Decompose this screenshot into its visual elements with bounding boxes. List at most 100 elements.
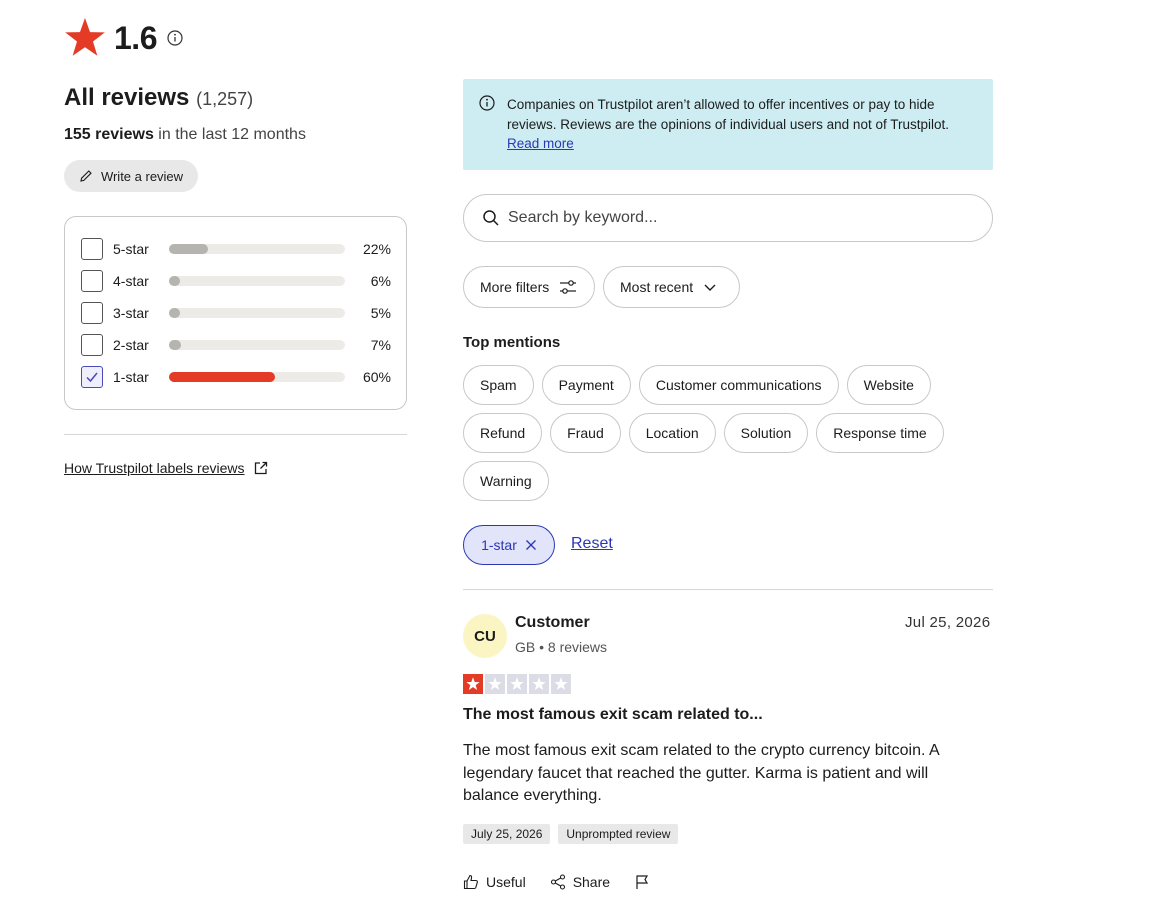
share-icon <box>550 874 565 890</box>
total-review-count: (1,257) <box>196 89 254 109</box>
recent-period: in the last 12 months <box>153 126 306 143</box>
rating-star <box>463 674 483 694</box>
sliders-icon <box>560 280 577 294</box>
star-filter-percent: 60% <box>362 369 391 385</box>
star-filter-percent: 22% <box>362 241 391 257</box>
labels-info-link[interactable]: How Trustpilot labels reviews <box>64 460 269 476</box>
more-filters-label: More filters <box>480 279 550 295</box>
checkmark-icon <box>86 372 98 383</box>
search-bar <box>463 194 993 242</box>
rating-star <box>507 674 527 694</box>
mention-chip[interactable]: Refund <box>463 413 543 453</box>
star-distribution-bar <box>169 276 345 286</box>
review-tags: July 25, 2026 Unprompted review <box>463 824 679 844</box>
star-filter-checkbox[interactable] <box>81 270 103 292</box>
mention-chip[interactable]: Solution <box>723 413 809 453</box>
more-filters-button[interactable]: More filters <box>463 266 595 308</box>
avatar[interactable]: CU <box>463 614 507 658</box>
reviewer-meta: GB • 8 reviews <box>515 639 608 655</box>
reviewer-name[interactable]: Customer <box>515 614 590 632</box>
star-icon <box>488 677 502 690</box>
review-date: Jul 25, 2026 <box>905 614 991 631</box>
star-filter-label: 3-star <box>113 305 149 321</box>
star-distribution-bar <box>169 308 345 318</box>
review-tag: Unprompted review <box>558 824 679 844</box>
review-star-rating <box>463 674 571 694</box>
mention-chip[interactable]: Website <box>846 365 931 405</box>
labels-link-text: How Trustpilot labels reviews <box>64 460 245 476</box>
rating-star <box>529 674 549 694</box>
star-distribution-bar <box>169 244 345 254</box>
star-filter-row[interactable]: 5-star 22% <box>81 237 391 261</box>
divider <box>463 589 993 590</box>
recent-reviews-info: 155 reviews in the last 12 months <box>64 126 306 144</box>
sort-dropdown[interactable]: Most recent <box>603 266 740 308</box>
write-review-label: Write a review <box>100 168 184 184</box>
external-link-icon <box>254 461 267 475</box>
rating-star <box>485 674 505 694</box>
star-icon <box>65 18 105 56</box>
search-icon <box>483 210 499 226</box>
read-more-link[interactable]: Read more <box>507 136 574 151</box>
rating-star <box>551 674 571 694</box>
rating-summary: 1.6 <box>64 18 183 58</box>
mention-chip[interactable]: Spam <box>463 365 534 405</box>
search-input[interactable] <box>506 208 970 228</box>
star-icon <box>554 677 568 690</box>
star-filter-percent: 7% <box>370 337 391 353</box>
star-filter-label: 4-star <box>113 273 149 289</box>
mention-chip[interactable]: Customer communications <box>638 365 839 405</box>
star-distribution-fill <box>169 276 180 286</box>
star-filter-label: 1-star <box>113 369 149 385</box>
mention-chip[interactable]: Warning <box>463 461 549 501</box>
useful-button[interactable]: Useful <box>463 874 526 890</box>
star-icon <box>466 677 480 690</box>
sort-label: Most recent <box>620 279 694 295</box>
mention-chip[interactable]: Payment <box>541 365 631 405</box>
share-label: Share <box>572 874 611 890</box>
divider <box>64 434 407 435</box>
star-filter-checkbox[interactable] <box>81 334 103 356</box>
info-icon[interactable] <box>167 30 183 46</box>
star-filter-row[interactable]: 4-star 6% <box>81 269 391 293</box>
rating-value: 1.6 <box>114 19 157 56</box>
review-actions: Useful Share <box>463 874 674 890</box>
star-filter-row[interactable]: 2-star 7% <box>81 333 391 357</box>
star-filter-percent: 5% <box>370 305 391 321</box>
star-filter-row[interactable]: 3-star 5% <box>81 301 391 325</box>
star-filter-label: 2-star <box>113 337 149 353</box>
all-reviews-heading: All reviews (1,257) <box>64 84 253 112</box>
review-title[interactable]: The most famous exit scam related to... <box>463 706 763 724</box>
share-button[interactable]: Share <box>550 874 610 890</box>
mention-chip[interactable]: Location <box>628 413 716 453</box>
reset-filters-link[interactable]: Reset <box>571 535 613 553</box>
top-mentions-chips: Spam Payment Customer communications Websit… <box>463 365 1003 501</box>
star-distribution-fill <box>169 308 180 318</box>
report-button[interactable] <box>634 874 650 890</box>
star-icon <box>510 677 524 690</box>
star-icon <box>532 677 546 690</box>
review-tag: July 25, 2026 <box>463 824 551 844</box>
write-review-button[interactable]: Write a review <box>64 160 198 192</box>
mention-chip[interactable]: Fraud <box>550 413 621 453</box>
info-icon <box>479 95 495 111</box>
notice-body: Companies on Trustpilot aren’t allowed t… <box>507 97 949 132</box>
star-distribution-fill <box>169 372 275 382</box>
mention-chip[interactable]: Response time <box>816 413 944 453</box>
incentive-notice: Companies on Trustpilot aren’t allowed t… <box>463 79 993 170</box>
recent-review-count: 155 reviews <box>64 126 154 143</box>
star-distribution-bar <box>169 372 345 382</box>
star-distribution-fill <box>169 340 182 350</box>
pencil-icon <box>80 170 92 182</box>
review-body: The most famous exit scam related to the… <box>463 742 939 804</box>
top-mentions-title: Top mentions <box>463 334 561 351</box>
star-filter-checkbox[interactable] <box>81 302 103 324</box>
notice-text: Companies on Trustpilot aren’t allowed t… <box>507 95 977 154</box>
close-icon[interactable] <box>525 539 537 551</box>
active-filter-label: 1-star <box>481 537 517 553</box>
active-filter-chip[interactable]: 1-star <box>463 525 555 565</box>
star-filter-checkbox[interactable] <box>81 366 103 388</box>
star-filter-checkbox[interactable] <box>81 238 103 260</box>
star-filter-row[interactable]: 1-star 60% <box>81 365 391 389</box>
star-distribution-fill <box>169 244 208 254</box>
